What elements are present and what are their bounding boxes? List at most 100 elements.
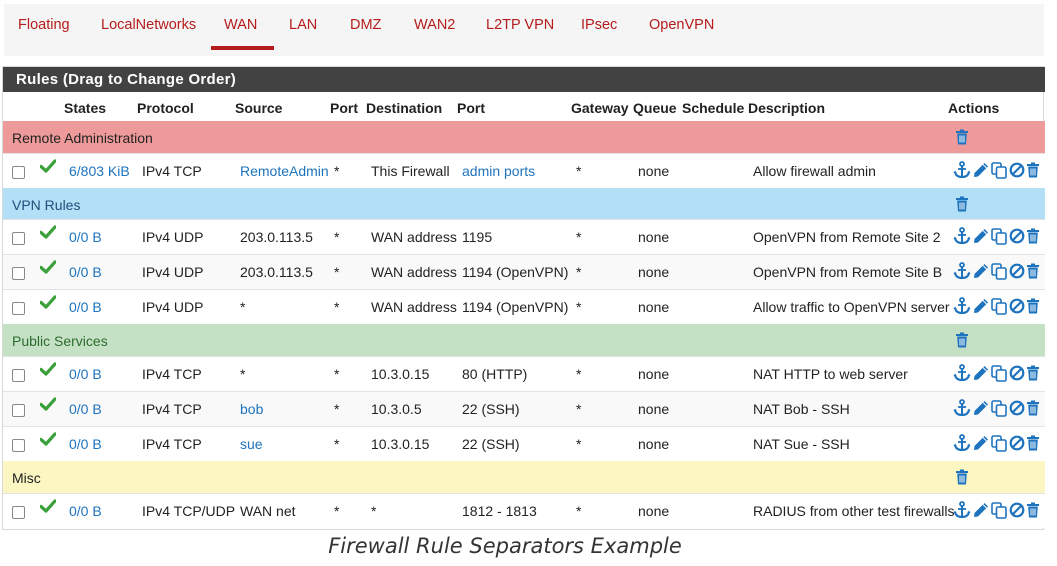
rule-select-checkbox[interactable]	[12, 369, 25, 382]
table-row[interactable]: 0/0 B IPv4 TCP bob * 10.3.0.5 22 (SSH) * none NA…	[3, 391, 1045, 426]
states-cell[interactable]: 0/0 B	[69, 229, 102, 245]
destination-cell: 10.3.0.15	[371, 436, 430, 452]
rule-select-checkbox[interactable]	[12, 404, 25, 417]
gateway-cell: *	[576, 503, 582, 519]
states-cell[interactable]: 0/0 B	[69, 264, 102, 280]
source-cell[interactable]: RemoteAdmin	[240, 163, 329, 179]
tab-l2tp-vpn[interactable]: L2TP VPN	[486, 17, 554, 33]
protocol-cell: IPv4 UDP	[142, 299, 204, 315]
rule-select-checkbox[interactable]	[12, 232, 25, 245]
col-states: States	[64, 100, 107, 116]
source-cell: 203.0.113.5	[240, 264, 313, 280]
source-cell[interactable]: bob	[240, 401, 263, 417]
port-cell: *	[334, 299, 340, 315]
destination-cell: 10.3.0.15	[371, 366, 430, 382]
queue-cell: none	[638, 264, 670, 280]
separator-label: Public Services	[12, 333, 108, 349]
rule-select-checkbox[interactable]	[12, 439, 25, 452]
rule-actions	[953, 161, 1043, 181]
queue-cell: none	[638, 503, 670, 519]
tab-openvpn[interactable]: OpenVPN	[649, 17, 714, 33]
rule-actions	[953, 434, 1043, 454]
table-row[interactable]: 0/0 B IPv4 TCP/UDP WAN net * * 1812 - 1813 * no…	[3, 493, 1045, 528]
table-row[interactable]: 6/803 KiB IPv4 TCP RemoteAdmin * This Firewa…	[3, 153, 1045, 188]
states-cell[interactable]: 0/0 B	[69, 503, 102, 519]
rule-actions	[953, 262, 1043, 282]
rule-select-checkbox[interactable]	[12, 166, 25, 179]
tab-localnetworks[interactable]: LocalNetworks	[101, 17, 196, 33]
check-icon[interactable]	[39, 432, 57, 452]
states-cell[interactable]: 0/0 B	[69, 436, 102, 452]
rule-actions	[953, 501, 1043, 521]
figure-caption: Firewall Rule Separators Example	[328, 534, 682, 558]
source-cell: *	[240, 366, 246, 382]
states-cell[interactable]: 6/803 KiB	[69, 163, 130, 179]
col-dport: Port	[457, 100, 485, 116]
rules-panel: Rules (Drag to Change Order) States Prot…	[2, 66, 1045, 530]
tab-ipsec[interactable]: IPsec	[581, 17, 617, 33]
source-cell: 203.0.113.5	[240, 229, 313, 245]
check-icon[interactable]	[39, 499, 57, 519]
col-actions: Actions	[948, 100, 1000, 116]
table-row[interactable]: 0/0 B IPv4 UDP 203.0.113.5 * WAN address 1194…	[3, 254, 1045, 289]
col-queue: Queue	[633, 100, 677, 116]
rule-select-checkbox[interactable]	[12, 302, 25, 315]
trash-icon[interactable]	[955, 129, 969, 148]
source-cell: *	[240, 299, 246, 315]
check-icon[interactable]	[39, 159, 57, 179]
states-cell[interactable]: 0/0 B	[69, 401, 102, 417]
tab-wan2[interactable]: WAN2	[414, 17, 455, 33]
description-cell: OpenVPN from Remote Site B	[753, 264, 943, 280]
queue-cell: none	[638, 401, 670, 417]
separator-label: Remote Administration	[12, 130, 153, 146]
trash-icon[interactable]	[955, 332, 969, 351]
tab-dmz[interactable]: DMZ	[350, 17, 381, 33]
table-row[interactable]: 0/0 B IPv4 TCP * * 10.3.0.15 80 (HTTP) * none NA…	[3, 356, 1045, 391]
check-icon[interactable]	[39, 295, 57, 315]
separator-public-services[interactable]: Public Services	[3, 324, 1045, 356]
dport-cell: 80 (HTTP)	[462, 366, 528, 382]
dport-cell[interactable]: admin ports	[462, 163, 535, 179]
separator-label: Misc	[12, 470, 41, 486]
separator-remote-administration[interactable]: Remote Administration	[3, 121, 1045, 153]
protocol-cell: IPv4 TCP	[142, 163, 202, 179]
port-cell: *	[334, 229, 340, 245]
states-cell[interactable]: 0/0 B	[69, 366, 102, 382]
tab-floating[interactable]: Floating	[18, 17, 70, 33]
rule-select-checkbox[interactable]	[12, 267, 25, 280]
col-port: Port	[330, 100, 358, 116]
destination-cell: *	[371, 503, 377, 519]
port-cell: *	[334, 264, 340, 280]
separator-misc[interactable]: Misc	[3, 461, 1045, 493]
description-cell: Allow traffic to OpenVPN server	[753, 299, 950, 315]
check-icon[interactable]	[39, 225, 57, 245]
description-cell: OpenVPN from Remote Site 2	[753, 229, 941, 245]
states-cell[interactable]: 0/0 B	[69, 299, 102, 315]
table-row[interactable]: 0/0 B IPv4 UDP 203.0.113.5 * WAN address 1195…	[3, 219, 1045, 254]
gateway-cell: *	[576, 264, 582, 280]
check-icon[interactable]	[39, 397, 57, 417]
protocol-cell: IPv4 TCP	[142, 366, 202, 382]
separator-vpn-rules[interactable]: VPN Rules	[3, 188, 1045, 219]
dport-cell: 22 (SSH)	[462, 436, 520, 452]
col-protocol: Protocol	[137, 100, 194, 116]
table-row[interactable]: 0/0 B IPv4 UDP * * WAN address 1194 (OpenVPN)…	[3, 289, 1045, 324]
rule-select-checkbox[interactable]	[12, 506, 25, 519]
rule-actions	[953, 399, 1043, 419]
table-row[interactable]: 0/0 B IPv4 TCP sue * 10.3.0.15 22 (SSH) * none N…	[3, 426, 1045, 461]
destination-cell: 10.3.0.5	[371, 401, 422, 417]
description-cell: Allow firewall admin	[753, 163, 876, 179]
trash-icon[interactable]	[955, 469, 969, 488]
trash-icon[interactable]	[955, 196, 969, 215]
tab-lan[interactable]: LAN	[289, 17, 317, 33]
col-source: Source	[235, 100, 283, 116]
dport-cell: 22 (SSH)	[462, 401, 520, 417]
source-cell: WAN net	[240, 503, 296, 519]
tab-wan[interactable]: WAN	[224, 17, 257, 33]
check-icon[interactable]	[39, 362, 57, 382]
source-cell[interactable]: sue	[240, 436, 263, 452]
protocol-cell: IPv4 TCP	[142, 401, 202, 417]
check-icon[interactable]	[39, 260, 57, 280]
dport-cell: 1812 - 1813	[462, 503, 537, 519]
col-schedule: Schedule	[682, 100, 745, 116]
